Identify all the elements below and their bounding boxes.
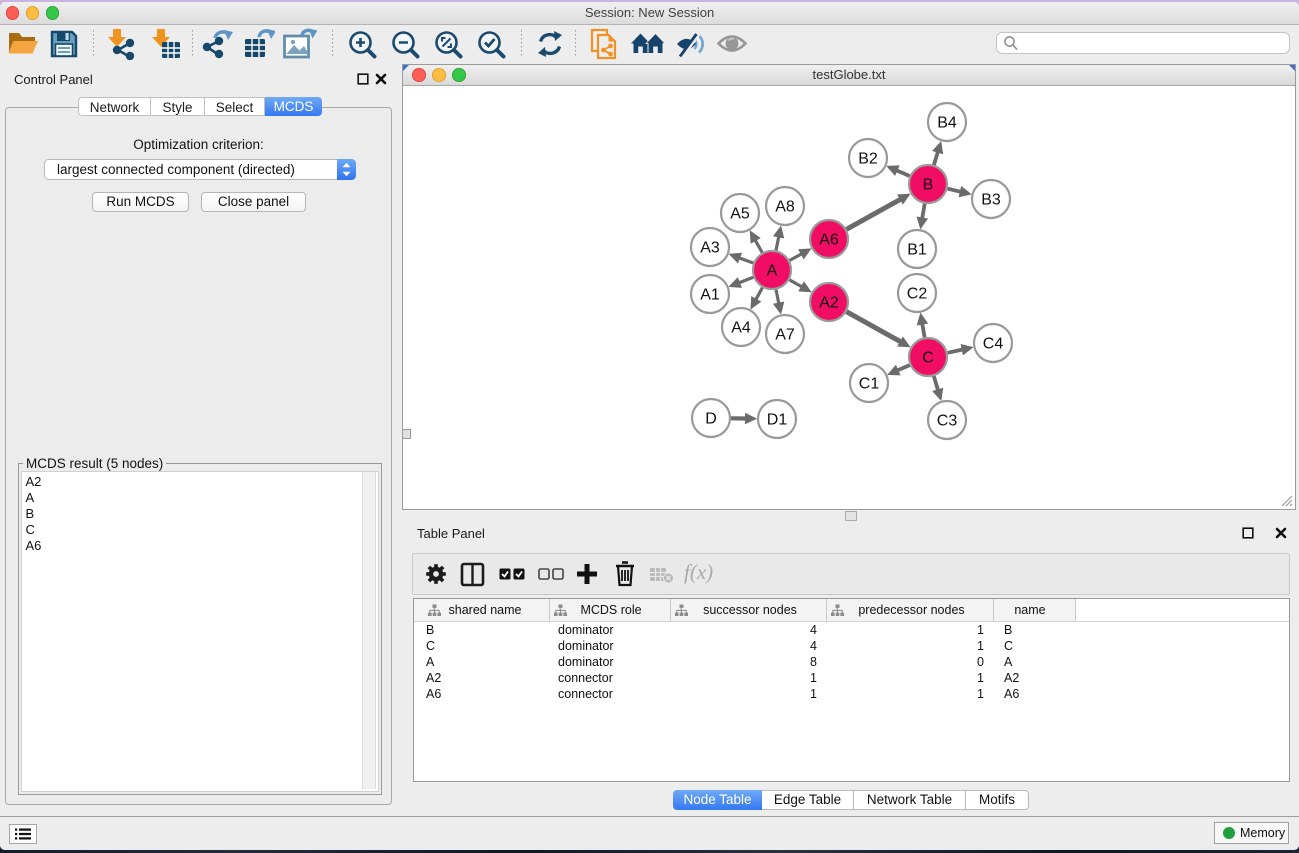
svg-text:C3: C3 [937,412,958,429]
svg-text:B1: B1 [907,241,927,258]
svg-text:A8: A8 [775,198,795,215]
svg-text:B3: B3 [981,191,1001,208]
svg-text:A2: A2 [819,294,839,311]
svg-text:A7: A7 [775,326,795,343]
svg-text:A5: A5 [730,205,750,222]
svg-text:C: C [922,349,934,366]
svg-text:C1: C1 [859,375,880,392]
svg-text:B: B [923,176,934,193]
svg-text:A6: A6 [819,231,839,248]
svg-text:A3: A3 [700,239,720,256]
svg-text:B2: B2 [858,150,878,167]
svg-text:B4: B4 [937,114,957,131]
svg-text:D1: D1 [767,411,788,428]
svg-text:A1: A1 [700,286,720,303]
svg-text:D: D [705,410,717,427]
svg-text:C4: C4 [983,335,1004,352]
svg-text:C2: C2 [907,285,928,302]
svg-text:A: A [767,262,778,279]
svg-text:A4: A4 [731,319,751,336]
